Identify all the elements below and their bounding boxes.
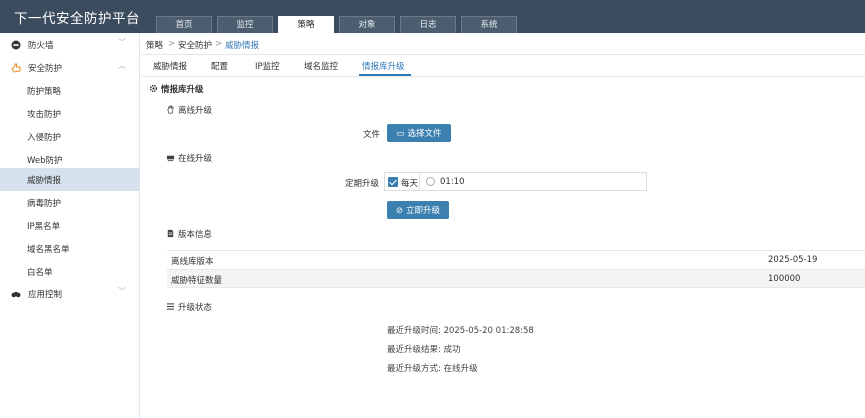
section-title: 情报库升级 — [149, 83, 204, 95]
sidebar-item-label: 应用控制 — [28, 290, 63, 300]
breadcrumb-separator: > — [215, 39, 223, 49]
subtab-config[interactable]: 配置 — [211, 60, 228, 72]
schedule-label: 定期升级 — [345, 179, 380, 189]
refresh-icon: ⊘ — [395, 205, 404, 215]
sidebar-item-label: 安全防护 — [28, 64, 63, 74]
sidebar-subitem-domain-blacklist[interactable]: 域名黑名单 — [0, 237, 140, 260]
subtab-threat-intel[interactable]: 威胁情报 — [153, 60, 187, 72]
minus-circle-icon — [11, 40, 21, 50]
sidebar-subitem-label: IP黑名单 — [27, 222, 61, 232]
time-value: 01:10 — [440, 177, 465, 187]
version-key: 离线库版本 — [171, 257, 214, 267]
choose-file-button-label: 选择文件 — [407, 128, 442, 138]
last-upgrade-time: 最近升级时间: 2025-05-20 01:28:58 — [387, 326, 534, 336]
upgrade-status-title: 升级状态 — [166, 301, 212, 313]
list-icon — [166, 303, 175, 310]
gear-icon — [149, 84, 158, 93]
upgrade-now-button[interactable]: ⊘ 立即升级 — [387, 201, 449, 219]
chevron-up-icon: ︿ — [118, 61, 126, 70]
last-upgrade-result: 最近升级结果: 成功 — [387, 345, 461, 355]
tab-logs[interactable]: 日志 — [400, 16, 456, 33]
breadcrumb-item[interactable]: 安全防护 — [178, 39, 212, 51]
subtab-intel-upgrade[interactable]: 情报库升级 — [362, 60, 405, 72]
sidebar-item-security[interactable]: 安全防护 ︿ — [0, 56, 140, 79]
sidebar-subitem-threat-intel[interactable]: 威胁情报 — [0, 168, 140, 191]
schedule-control: 每天 01:10 — [384, 172, 647, 191]
offline-upgrade-title-text: 离线升级 — [178, 106, 213, 116]
breadcrumb-item[interactable]: 策略 — [146, 39, 163, 51]
sidebar-subitem-whitelist[interactable]: 白名单 — [0, 260, 140, 283]
tab-home[interactable]: 首页 — [156, 16, 212, 33]
tab-policy[interactable]: 策略 — [278, 16, 334, 33]
breadcrumb: 策略 > 安全防护 > 威胁情报 — [141, 33, 865, 55]
hand-pointer-icon — [11, 63, 21, 73]
table-row: 离线库版本 2025-05-19 — [167, 250, 865, 269]
sidebar-subitem-label: 威胁情报 — [27, 176, 62, 186]
sidebar-subitem-label: 攻击防护 — [27, 110, 62, 120]
sidebar-subitem-protection-policy[interactable]: 防护策略 — [0, 79, 140, 102]
upgrade-now-button-label: 立即升级 — [406, 205, 441, 215]
tab-objects[interactable]: 对象 — [339, 16, 395, 33]
version-info-title: 版本信息 — [166, 228, 212, 240]
version-value: 100000 — [768, 274, 801, 284]
version-info-title-text: 版本信息 — [178, 230, 213, 240]
subtab-domain-monitor[interactable]: 域名监控 — [304, 60, 338, 72]
upgrade-status-title-text: 升级状态 — [178, 303, 213, 313]
offline-upgrade-title: 离线升级 — [166, 104, 212, 116]
breadcrumb-current: 威胁情报 — [225, 41, 260, 51]
chevron-down-icon: ﹀ — [118, 287, 126, 296]
sidebar-subitem-label: 入侵防护 — [27, 133, 62, 143]
choose-file-button[interactable]: ▭ 选择文件 — [387, 124, 451, 142]
document-icon — [167, 229, 174, 238]
sidebar-subitem-label: 域名黑名单 — [27, 245, 70, 255]
sidebar-subitem-label: 病毒防护 — [27, 199, 62, 209]
binoculars-icon — [11, 292, 21, 298]
daily-checkbox[interactable] — [388, 177, 398, 187]
subtab-ip-monitor[interactable]: IP监控 — [255, 60, 280, 72]
active-tab-indicator — [359, 74, 411, 76]
tab-monitor[interactable]: 监控 — [217, 16, 273, 33]
last-upgrade-method: 最近升级方式: 在线升级 — [387, 364, 478, 374]
app-title: 下一代安全防护平台 — [14, 11, 140, 27]
sidebar-subitem-attack-protection[interactable]: 攻击防护 — [0, 102, 140, 125]
daily-checkbox-label: 每天 — [401, 179, 419, 189]
sidebar-subitem-intrusion-protection[interactable]: 入侵防护 — [0, 125, 140, 148]
sidebar-subitem-label: 白名单 — [27, 268, 53, 278]
breadcrumb-separator: > — [168, 39, 176, 49]
section-title-text: 情报库升级 — [161, 85, 204, 95]
sidebar-item-label: 防火墙 — [28, 41, 54, 51]
file-label: 文件 — [363, 130, 381, 140]
table-row: 威胁特征数量 100000 — [167, 269, 865, 288]
sidebar-item-firewall[interactable]: 防火墙 ﹀ — [0, 33, 140, 56]
folder-open-icon: ▭ — [396, 128, 405, 138]
chevron-down-icon: ﹀ — [118, 38, 126, 47]
version-value: 2025-05-19 — [768, 255, 818, 265]
cloud-icon — [166, 155, 175, 162]
sub-tabs: 威胁情报 配置 IP监控 域名监控 情报库升级 — [141, 55, 865, 77]
version-table: 离线库版本 2025-05-19 威胁特征数量 100000 — [167, 250, 865, 288]
top-header: 下一代安全防护平台 首页 监控 策略 对象 日志 系统 — [0, 0, 865, 33]
sidebar: 防火墙 ﹀ 安全防护 ︿ 防护策略 攻击防护 入侵防护 Web防护 威胁情报 病… — [0, 33, 140, 418]
sidebar-item-app-control[interactable]: 应用控制 ﹀ — [0, 282, 140, 305]
online-upgrade-title-text: 在线升级 — [178, 154, 213, 164]
time-input[interactable]: 01:10 — [419, 173, 647, 190]
version-key: 威胁特征数量 — [171, 276, 223, 286]
sidebar-subitem-label: Web防护 — [27, 156, 63, 166]
top-nav-tabs: 首页 监控 策略 对象 日志 系统 — [156, 16, 522, 33]
online-upgrade-title: 在线升级 — [166, 152, 212, 164]
sidebar-subitem-label: 防护策略 — [27, 87, 62, 97]
sidebar-subitem-virus-protection[interactable]: 病毒防护 — [0, 191, 140, 214]
hand-icon — [167, 105, 174, 114]
sidebar-subitem-ip-blacklist[interactable]: IP黑名单 — [0, 214, 140, 237]
tab-system[interactable]: 系统 — [461, 16, 517, 33]
clock-icon — [426, 177, 435, 186]
